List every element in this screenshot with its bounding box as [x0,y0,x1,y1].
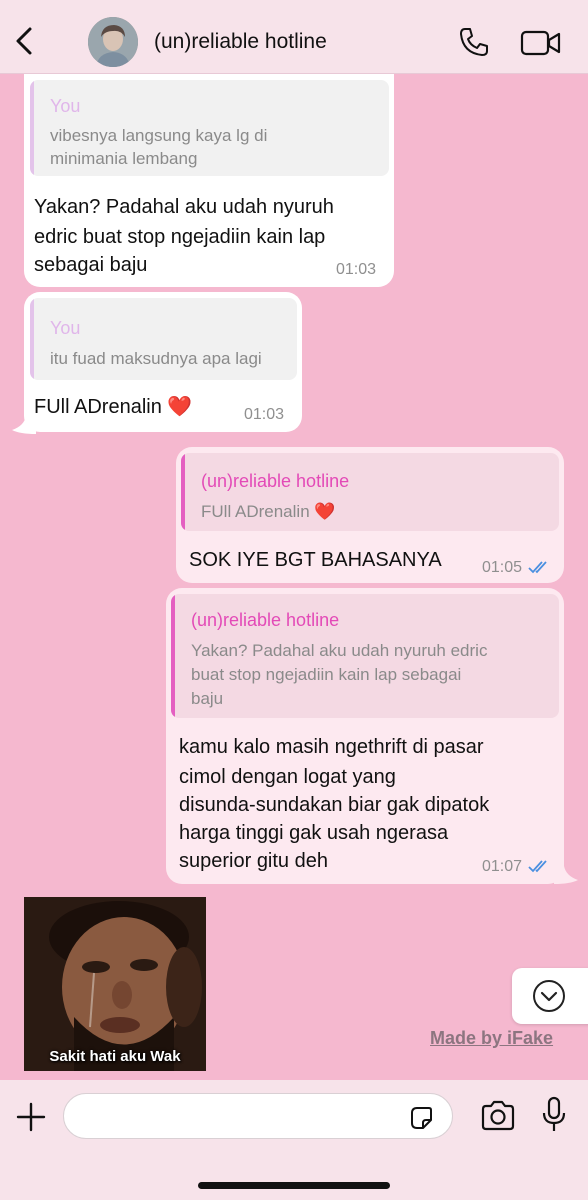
contact-avatar[interactable] [88,17,138,67]
message-text-line: sebagai baju [34,254,148,276]
message-time: 01:05 [482,559,523,576]
message-bubble-outgoing[interactable]: (un)reliable hotline Yakan? Padahal aku … [166,588,564,884]
quote-text-line: minimania lembang [50,149,198,168]
microphone-icon[interactable] [540,1096,568,1134]
message-input[interactable] [63,1093,453,1139]
reply-quote[interactable]: (un)reliable hotline Yakan? Padahal aku … [171,594,559,718]
read-receipt-icon [528,860,547,873]
message-text-line: kamu kalo masih ngethrift di pasar [179,736,484,758]
scroll-to-bottom-button[interactable] [512,968,588,1024]
quote-text-line: FUll ADrenalin ❤️ [201,502,336,521]
video-camera-icon[interactable] [520,29,562,57]
message-text-line: FUll ADrenalin ❤️ [34,396,193,418]
home-indicator [198,1182,390,1189]
bubble-tail [554,866,578,884]
message-time: 01:03 [244,406,285,423]
phone-icon[interactable] [458,26,490,58]
bubble-tail [12,416,36,434]
reply-quote[interactable]: (un)reliable hotline FUll ADrenalin ❤️ [181,453,559,531]
reply-quote[interactable]: You itu fuad maksudnya apa lagi [30,298,297,380]
quote-sender: You [50,96,81,116]
scroll-down-chevron-icon [533,980,565,1012]
quote-sender: (un)reliable hotline [201,471,350,491]
message-text-line: cimol dengan logat yang [179,766,396,788]
message-text-line: SOK IYE BGT BAHASANYA [189,549,442,571]
watermark-link[interactable]: Made by iFake [430,1028,553,1049]
message-time: 01:03 [336,261,377,278]
sticker-icon[interactable] [408,1105,434,1131]
plus-icon[interactable] [16,1102,46,1132]
quote-accent-bar [30,80,34,176]
quote-text-line: buat stop ngejadiin kain lap sebagai [191,665,462,684]
chat-title[interactable]: (un)reliable hotline [154,30,327,54]
quote-accent-bar [30,298,34,380]
quote-text-line: Yakan? Padahal aku udah nyuruh edric [191,641,488,660]
quote-text-line: baju [191,689,224,708]
message-text-line: harga tinggi gak usah ngerasa [179,822,449,844]
message-text-line: Yakan? Padahal aku udah nyuruh [34,196,334,218]
message-text-line: superior gitu deh [179,850,328,872]
quote-accent-bar [171,594,175,718]
quote-sender: (un)reliable hotline [191,610,340,630]
read-receipt-icon [528,561,547,574]
quote-sender: You [50,318,81,338]
quote-text-line: itu fuad maksudnya apa lagi [50,349,262,368]
quote-accent-bar [181,453,185,531]
message-text-line: disunda-sundakan biar gak dipatok [179,794,490,816]
message-bubble-incoming[interactable]: You vibesnya langsung kaya lg di miniman… [24,74,394,287]
chat-header: (un)reliable hotline [0,0,588,74]
sticker-image[interactable]: Sakit hati aku Wak [24,897,206,1071]
camera-icon[interactable] [480,1100,516,1132]
back-chevron-icon[interactable] [10,26,38,56]
sticker-caption: Sakit hati aku Wak [49,1048,181,1065]
message-bubble-outgoing[interactable]: (un)reliable hotline FUll ADrenalin ❤️ S… [176,447,564,583]
sticker-face-illustration [24,897,206,1071]
composer-bar [0,1080,588,1200]
quote-text-line: vibesnya langsung kaya lg di [50,126,268,145]
message-time: 01:07 [482,858,523,875]
message-text-line: edric buat stop ngejadiin kain lap [34,226,326,248]
reply-quote[interactable]: You vibesnya langsung kaya lg di miniman… [30,80,389,176]
message-bubble-incoming[interactable]: You itu fuad maksudnya apa lagi FUll ADr… [24,292,302,432]
